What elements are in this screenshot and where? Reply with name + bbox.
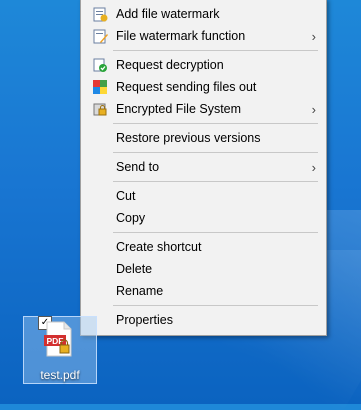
chevron-right-icon: › xyxy=(311,160,316,175)
menu-separator xyxy=(113,123,318,124)
menu-item-request-sending-files-out[interactable]: Request sending files out xyxy=(82,76,325,98)
menu-item-add-file-watermark[interactable]: Add file watermark xyxy=(82,3,325,25)
menu-item-properties[interactable]: Properties xyxy=(82,309,325,331)
menu-item-rename[interactable]: Rename xyxy=(82,280,325,302)
desktop-file-test-pdf[interactable]: ✓ PDF test.pdf xyxy=(23,316,97,384)
send-out-icon xyxy=(93,80,107,94)
menu-item-label: Restore previous versions xyxy=(116,131,261,145)
menu-item-delete[interactable]: Delete xyxy=(82,258,325,280)
desktop-file-label: test.pdf xyxy=(40,368,80,382)
menu-item-encrypted-file-system[interactable]: Encrypted File System › xyxy=(82,98,325,120)
decrypt-icon xyxy=(93,58,107,72)
menu-separator xyxy=(113,181,318,182)
menu-item-label: Cut xyxy=(116,189,136,203)
menu-item-label: Send to xyxy=(116,160,160,174)
pdf-icon: PDF xyxy=(44,321,72,357)
menu-separator xyxy=(113,152,318,153)
menu-item-label: Rename xyxy=(116,284,164,298)
menu-item-label: Encrypted File System xyxy=(116,102,242,116)
menu-item-cut[interactable]: Cut xyxy=(82,185,325,207)
menu-item-label: File watermark function xyxy=(116,29,246,43)
menu-item-label: Add file watermark xyxy=(116,7,220,21)
chevron-right-icon: › xyxy=(311,29,316,44)
menu-item-label: Delete xyxy=(116,262,153,276)
chevron-right-icon: › xyxy=(311,102,316,117)
watermark-edit-icon xyxy=(93,29,108,44)
menu-item-label: Copy xyxy=(116,211,146,225)
menu-item-label: Request sending files out xyxy=(116,80,257,94)
encrypted-fs-icon xyxy=(93,103,107,116)
menu-item-restore-previous-versions[interactable]: Restore previous versions xyxy=(82,127,325,149)
menu-item-send-to[interactable]: Send to › xyxy=(82,156,325,178)
menu-separator xyxy=(113,305,318,306)
lock-icon xyxy=(59,344,70,354)
menu-item-label: Request decryption xyxy=(116,58,224,72)
menu-separator xyxy=(113,50,318,51)
menu-separator xyxy=(113,232,318,233)
menu-item-file-watermark-function[interactable]: File watermark function › xyxy=(82,25,325,47)
menu-item-request-decryption[interactable]: Request decryption xyxy=(82,54,325,76)
menu-item-label: Properties xyxy=(116,313,173,327)
menu-item-create-shortcut[interactable]: Create shortcut xyxy=(82,236,325,258)
menu-item-copy[interactable]: Copy xyxy=(82,207,325,229)
context-menu: Add file watermark File watermark functi… xyxy=(80,0,327,336)
watermark-add-icon xyxy=(93,7,108,22)
menu-item-label: Create shortcut xyxy=(116,240,202,254)
